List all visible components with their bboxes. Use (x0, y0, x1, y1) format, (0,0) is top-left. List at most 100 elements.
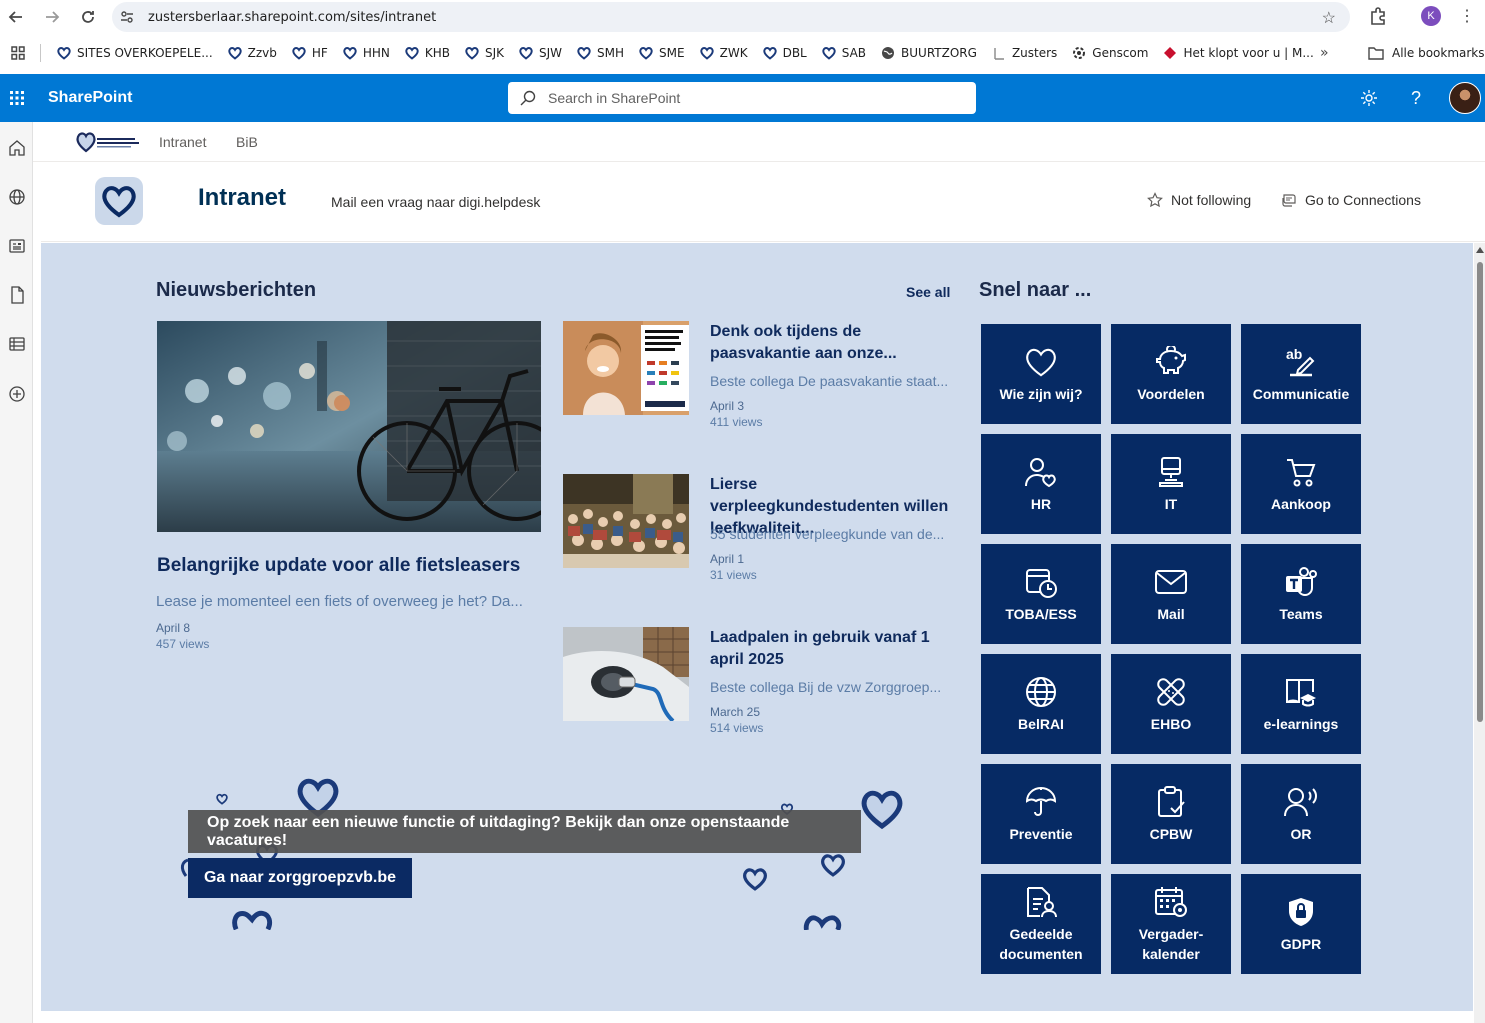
folder-icon (1368, 46, 1384, 60)
bookmark-item[interactable]: SMH (577, 46, 624, 60)
bookmark-item[interactable]: BUURTZORG (881, 46, 977, 60)
quicklink-tile[interactable]: HR (981, 434, 1101, 534)
bookmark-label: Zusters (1011, 46, 1058, 60)
bookmark-item[interactable]: KHB (405, 46, 450, 60)
help-icon[interactable]: ? (1406, 88, 1426, 108)
calendar-gear-icon (1153, 884, 1189, 920)
suite-bar: SharePoint ? (0, 74, 1485, 122)
quicklink-tile[interactable]: Mail (1111, 544, 1231, 644)
quicklink-tile[interactable]: Gedeelde documenten (981, 874, 1101, 974)
globe-icon (881, 46, 895, 60)
browser-menu-icon[interactable]: ⋮ (1459, 6, 1475, 26)
bookmark-label: Zzvb (247, 46, 277, 60)
see-all-link[interactable]: See all (906, 284, 950, 300)
quicklink-tile[interactable]: Voordelen (1111, 324, 1231, 424)
list-icon[interactable] (7, 334, 26, 353)
quicklink-tile[interactable]: CPBW (1111, 764, 1231, 864)
search-input[interactable] (548, 90, 948, 106)
news-title-1[interactable]: Denk ook tijdens de paasvakantie aan onz… (710, 321, 950, 365)
quicklink-tile[interactable]: Teams (1241, 544, 1361, 644)
scroll-up-arrow[interactable] (1476, 247, 1484, 253)
bookmark-item[interactable]: Genscom (1072, 46, 1148, 60)
sharepoint-search[interactable] (508, 82, 976, 114)
sharepoint-title[interactable]: SharePoint (48, 89, 132, 107)
news-thumb-students[interactable] (563, 474, 689, 568)
user-avatar[interactable] (1449, 82, 1481, 114)
quicklink-tile[interactable]: Preventie (981, 764, 1101, 864)
bookmark-item[interactable]: ZWK (699, 46, 748, 60)
bookmark-item[interactable]: Zusters (992, 46, 1057, 60)
quicklink-tile[interactable]: Aankoop (1241, 434, 1361, 534)
all-bookmarks-folder[interactable]: Alle bookmarks (1368, 38, 1485, 68)
news-date-1: April 3 (710, 399, 745, 413)
forward-icon[interactable] (40, 5, 64, 29)
heart-logo-icon (343, 46, 357, 60)
heart-logo-icon (822, 46, 836, 60)
document-icon[interactable] (7, 285, 26, 304)
hero-news-image[interactable] (157, 321, 541, 532)
back-icon[interactable] (4, 5, 28, 29)
more-bookmarks-button[interactable]: » (1320, 45, 1329, 61)
mail-icon (1153, 564, 1189, 600)
bookmark-item[interactable]: SAB (822, 46, 866, 60)
globe-icon (1023, 674, 1059, 710)
bookmark-item[interactable]: Het klopt voor u | M... (1163, 46, 1314, 60)
app-launcher-icon[interactable] (0, 74, 34, 122)
globe-icon[interactable] (7, 187, 26, 206)
settings-gear-icon[interactable] (1359, 88, 1379, 108)
hub-logo[interactable] (75, 130, 141, 154)
quicklink-label: EHBO (1150, 716, 1192, 732)
bookmark-item[interactable]: DBL (762, 46, 807, 60)
url-text[interactable]: zustersberlaar.sharepoint.com/sites/intr… (148, 10, 436, 25)
quicklink-tile[interactable]: IT (1111, 434, 1231, 534)
create-add-icon[interactable] (7, 384, 26, 403)
bookmark-label: ZWK (719, 46, 748, 60)
news-title-3[interactable]: Laadpalen in gebruik vanaf 1 april 2025 (710, 627, 950, 671)
profile-avatar[interactable]: K (1421, 6, 1441, 26)
bookmark-label: Het klopt voor u | M... (1183, 46, 1314, 60)
bookmark-item[interactable]: Zzvb (227, 46, 277, 60)
site-logo[interactable] (95, 177, 143, 225)
bookmark-item[interactable]: HHN (343, 46, 390, 60)
quicklink-tile[interactable]: TOBA/ESS (981, 544, 1101, 644)
bookmark-label: SAB (841, 46, 867, 60)
hub-link-intranet[interactable]: Intranet (159, 134, 206, 150)
quicklink-tile[interactable]: Wie zijn wij? (981, 324, 1101, 424)
news-desc-1: Beste collega De paasvakantie staat... (710, 373, 949, 389)
quicklink-tile[interactable]: EHBO (1111, 654, 1231, 754)
heart-logo-icon (639, 46, 653, 60)
reload-icon[interactable] (76, 5, 100, 29)
news-icon[interactable] (7, 236, 26, 255)
hub-navigation: Intranet BiB (33, 122, 1485, 162)
site-settings-icon[interactable] (112, 2, 142, 32)
quicklink-label: Voordelen (1137, 386, 1205, 402)
quicklink-tile[interactable]: OR (1241, 764, 1361, 864)
bookmark-label: SMH (597, 46, 625, 60)
genscom-icon (1072, 46, 1086, 60)
scrollbar-thumb[interactable] (1477, 262, 1483, 722)
address-bar[interactable]: zustersberlaar.sharepoint.com/sites/intr… (112, 2, 1350, 32)
vacancy-button[interactable]: Ga naar zorggroepzvb.be (188, 858, 412, 898)
connections-button[interactable]: Go to Connections (1281, 192, 1421, 208)
extensions-icon[interactable] (1368, 6, 1388, 26)
bookmark-star-icon[interactable]: ☆ (1322, 8, 1336, 28)
hero-news-title[interactable]: Belangrijke update voor alle fietsleaser… (157, 555, 520, 577)
quicklink-tile[interactable]: e-learnings (1241, 654, 1361, 754)
news-thumb-ev-charger[interactable] (563, 627, 689, 721)
apps-grid-icon[interactable] (0, 38, 36, 68)
bookmark-item[interactable]: SJW (519, 46, 562, 60)
quicklink-tile[interactable]: ab Communicatie (1241, 324, 1361, 424)
hub-link-bib[interactable]: BiB (236, 134, 258, 150)
site-title[interactable]: Intranet (198, 184, 286, 212)
bookmark-item[interactable]: SJK (465, 46, 504, 60)
quicklink-tile[interactable]: GDPR (1241, 874, 1361, 974)
news-thumb-promo[interactable] (563, 321, 689, 415)
home-icon[interactable] (7, 138, 26, 157)
decorative-heart-icon (216, 793, 228, 805)
quicklink-tile[interactable]: Vergader-kalender (1111, 874, 1231, 974)
bookmark-item[interactable]: SITES OVERKOEPELE... (57, 46, 213, 60)
bookmark-item[interactable]: SME (639, 46, 685, 60)
follow-button[interactable]: Not following (1147, 192, 1251, 208)
bookmark-item[interactable]: HF (292, 46, 328, 60)
quicklink-tile[interactable]: BelRAI (981, 654, 1101, 754)
